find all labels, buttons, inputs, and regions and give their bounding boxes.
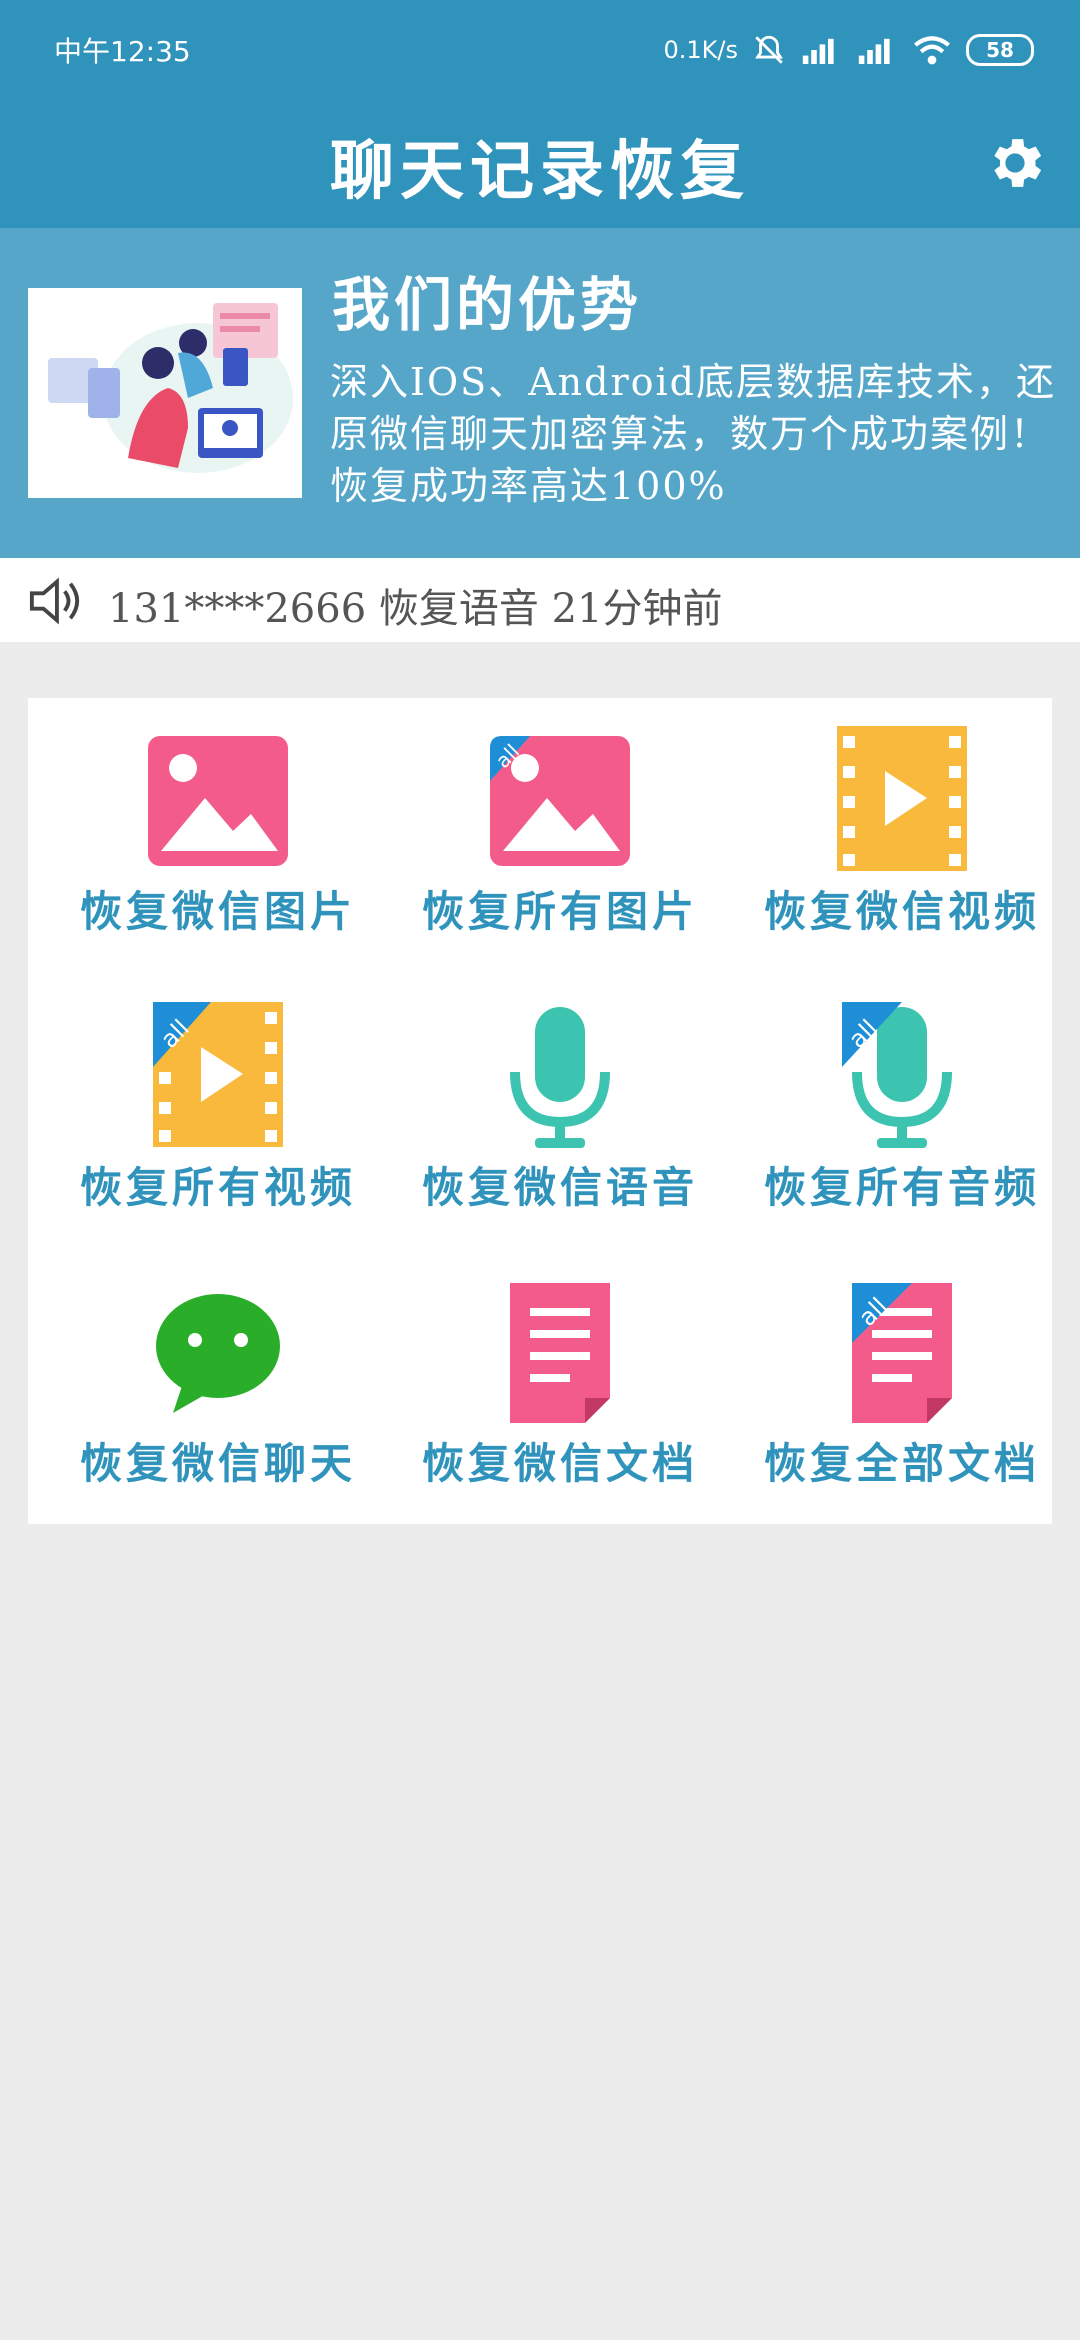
microphone-icon [510, 1007, 610, 1148]
document-all-icon: all [852, 1283, 952, 1423]
illustration-image [28, 288, 302, 498]
document-icon [510, 1283, 610, 1423]
image-icon [148, 736, 288, 866]
grid-item-label: 恢复所有图片 [421, 887, 698, 936]
network-speed: 0.1K/s [663, 36, 739, 64]
grid-item-label: 恢复微信图片 [79, 887, 356, 936]
status-bar: 中午12:35 0.1K/s 58 [0, 0, 1080, 100]
page-title: 聊天记录恢复 [330, 134, 750, 209]
microphone-all-icon: all [842, 1002, 952, 1148]
status-icons: 0.1K/s 58 [663, 26, 1034, 74]
advantages-banner: 我们的优势 深入IOS、Android底层数据库技术，还原微信聊天加密算法，数万… [0, 228, 1080, 558]
recover-all-audio-button[interactable]: all 恢复所有音频 [732, 974, 1072, 1249]
bell-off-icon [755, 35, 783, 64]
battery-level: 58 [986, 38, 1014, 62]
video-icon [837, 726, 967, 871]
banner-title: 我们的优势 [332, 271, 643, 339]
notice-text: 131****2666 恢复语音 21分钟前 [108, 586, 723, 632]
banner-description: 深入IOS、Android底层数据库技术，还原微信聊天加密算法，数万个成功案例！… [330, 360, 1056, 508]
recover-wechat-voice-button[interactable]: 恢复微信语音 [390, 974, 730, 1249]
signal-icon [858, 38, 890, 64]
app-bar: 聊天记录恢复 [0, 100, 1080, 228]
recover-wechat-images-button[interactable]: 恢复微信图片 [48, 698, 388, 973]
speaker-icon [29, 577, 80, 625]
grid-item-label: 恢复所有音频 [763, 1163, 1040, 1212]
recover-wechat-chat-button[interactable]: 恢复微信聊天 [48, 1250, 388, 1525]
recover-all-videos-button[interactable]: all 恢复所有视频 [48, 974, 388, 1249]
status-time: 中午12:35 [54, 35, 191, 68]
video-all-icon: all [153, 1002, 283, 1147]
wifi-icon [914, 36, 950, 65]
recover-wechat-videos-button[interactable]: 恢复微信视频 [732, 698, 1072, 973]
chat-bubble-icon [156, 1294, 280, 1413]
grid-item-label: 恢复微信文档 [421, 1439, 698, 1488]
grid-item-label: 恢复微信语音 [421, 1163, 698, 1212]
signal-hd-icon [802, 38, 834, 64]
grid-item-label: 恢复全部文档 [763, 1439, 1040, 1488]
grid-item-label: 恢复所有视频 [79, 1163, 356, 1212]
recover-all-images-button[interactable]: all 恢复所有图片 [390, 698, 730, 973]
recovery-grid: 恢复微信图片 all 恢复所有图片 恢复微信视频 all 恢复所有视频 恢复微信… [28, 698, 1052, 1524]
image-all-icon: all [490, 736, 630, 866]
battery-icon: 58 [966, 34, 1034, 66]
notice-bar: 131****2666 恢复语音 21分钟前 [0, 558, 1080, 642]
recover-wechat-documents-button[interactable]: 恢复微信文档 [390, 1250, 730, 1525]
gear-icon[interactable] [982, 130, 1048, 196]
grid-item-label: 恢复微信聊天 [79, 1439, 356, 1488]
recover-all-documents-button[interactable]: all 恢复全部文档 [732, 1250, 1072, 1525]
grid-item-label: 恢复微信视频 [763, 887, 1040, 936]
